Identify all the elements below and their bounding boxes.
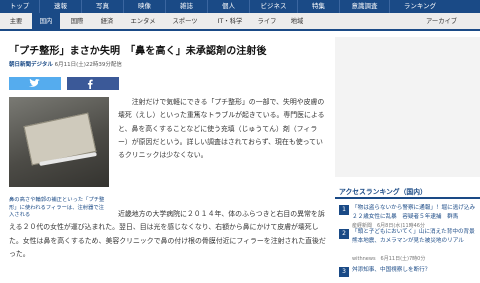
topnav-item-photo[interactable]: 写真: [82, 0, 124, 13]
topnav-item-personal[interactable]: 個人: [208, 0, 250, 13]
ranking-number: 2: [339, 229, 349, 239]
article-source: 朝日新聞デジタル 6月11日(土)22時39分配信: [9, 60, 122, 68]
twitter-share-button[interactable]: [9, 77, 61, 90]
ranking-link[interactable]: 舛添知事、中国視察しを断行？: [352, 266, 480, 275]
ranking-divider: [335, 197, 480, 199]
paragraph-2-text: 近畿地方の大学病院に２０１４年、体のふらつきと右目の異常を訴える２０代の女性が運…: [9, 210, 326, 258]
tab-domestic[interactable]: 国内: [32, 13, 60, 30]
publish-date: 6月11日(土)22時39分配信: [54, 62, 122, 68]
source-name[interactable]: 朝日新聞デジタル: [9, 62, 53, 68]
tab-economy[interactable]: 経済: [94, 13, 120, 30]
topnav-item-top[interactable]: トップ: [0, 0, 40, 13]
tab-it-science[interactable]: IT・科学: [210, 13, 250, 30]
article-paragraph-1: 注射だけで気軽にできる「プチ整形」の一部で、失明や皮膚の壊死（えし）といった重篤…: [118, 98, 325, 160]
top-nav: トップ 速報 写真 映像 雑誌 個人 ビジネス 特集 意識調査 ランキング: [0, 0, 480, 13]
ranking-title: アクセスランキング（国内）: [339, 188, 427, 196]
topnav-item-business[interactable]: ビジネス: [250, 0, 298, 13]
topnav-item-survey[interactable]: 意識調査: [340, 0, 390, 13]
tab-entertainment[interactable]: エンタメ: [124, 13, 162, 30]
topnav-item-ranking[interactable]: ランキング: [390, 0, 450, 13]
article-headline: 「プチ整形」まさか失明 「鼻を高く」未承認剤の注射後: [9, 46, 267, 57]
article-paragraph-2: 近畿地方の大学病院に２０１４年、体のふらつきと右目の異常を訴える２０代の女性が運…: [9, 208, 326, 261]
article-photo[interactable]: [9, 97, 109, 187]
topnav-item-breaking[interactable]: 速報: [40, 0, 82, 13]
sidebar-ad-space: [335, 37, 480, 177]
facebook-icon: [87, 79, 93, 91]
topnav-item-video[interactable]: 映像: [124, 0, 166, 13]
tab-international[interactable]: 国際: [64, 13, 90, 30]
ranking-number: 1: [339, 205, 349, 215]
topnav-item-magazine[interactable]: 雑誌: [166, 0, 208, 13]
tab-region[interactable]: 地域: [284, 13, 310, 30]
tab-life[interactable]: ライフ: [254, 13, 280, 30]
tab-main[interactable]: 主要: [4, 13, 28, 30]
category-nav: 主要 国内 国際 経済 エンタメ スポーツ IT・科学 ライフ 地域 アーカイブ: [0, 13, 480, 31]
tab-sports[interactable]: スポーツ: [166, 13, 204, 30]
ranking-meta: withnews 6月11日(土)7時0分: [352, 256, 426, 262]
topnav-item-feature[interactable]: 特集: [298, 0, 340, 13]
ranking-link[interactable]: 「頭と子どもにおいてく」山に消えた背中の背景 熊本地震、カメラマンが見た被災地の…: [352, 228, 480, 245]
ranking-link[interactable]: 「物は盗らないから警察に通報」！堀に逃げ込み２２歳女性に乱暴 容疑者５年逮捕 群…: [352, 204, 480, 221]
ranking-number: 3: [339, 267, 349, 277]
facebook-share-button[interactable]: [67, 77, 119, 90]
archive-link[interactable]: アーカイブ: [426, 13, 457, 30]
twitter-icon: [29, 78, 41, 90]
